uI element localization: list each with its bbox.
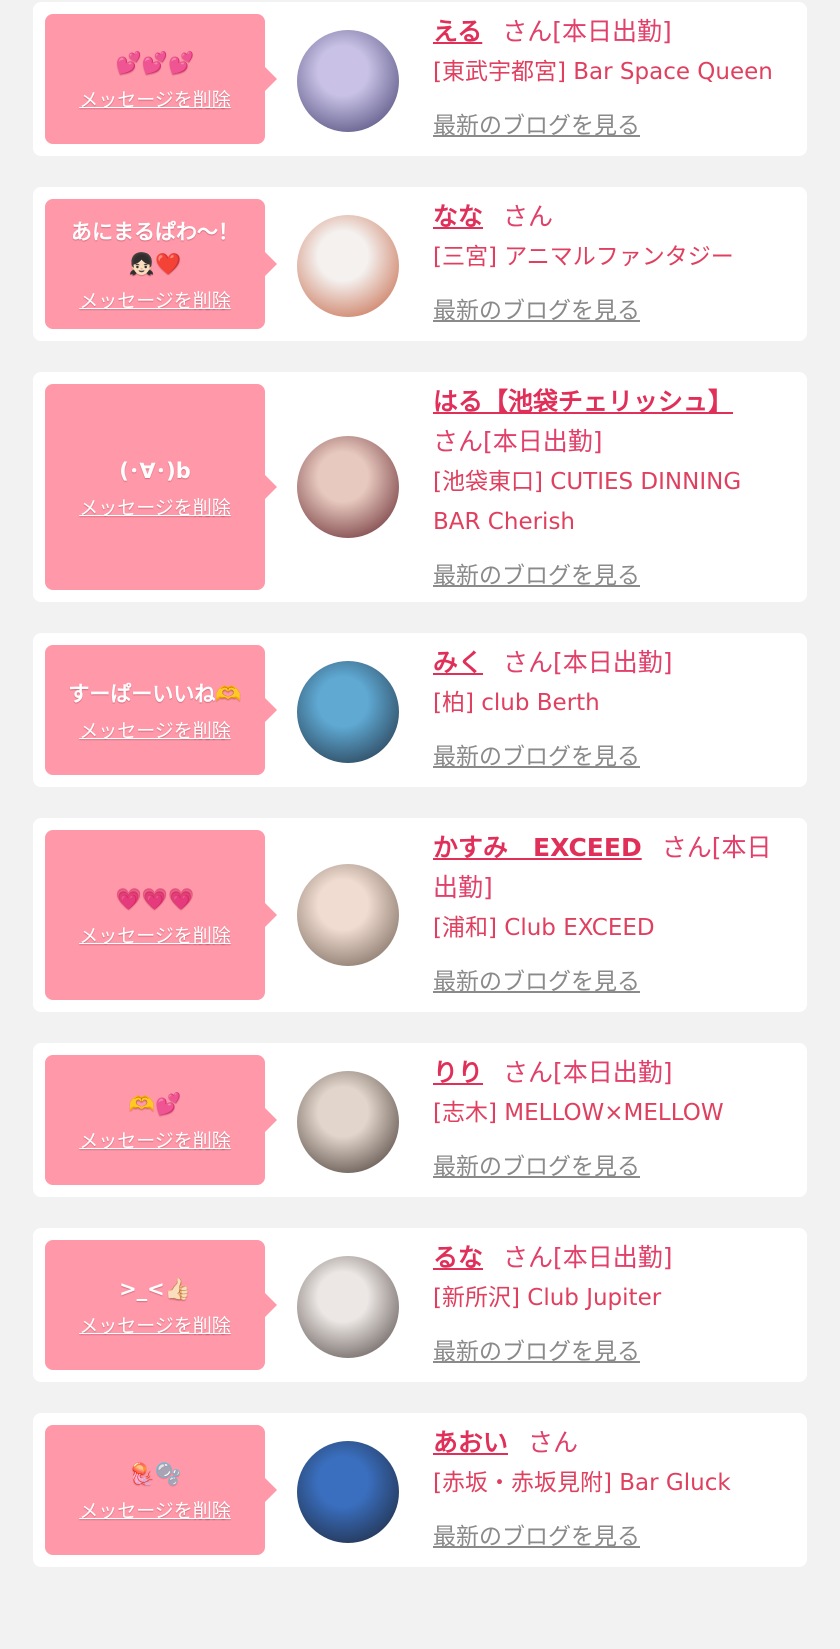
entry-info: える さん[本日出勤] [東武宇都宮] Bar Space Queen 最新のブロ… [433, 12, 795, 140]
entry-info: みく さん[本日出勤] [柏] club Berth 最新のブログを見る [433, 643, 795, 771]
avatar[interactable] [297, 215, 399, 317]
cast-status: さん [528, 1428, 579, 1457]
message-text: 🫶💕 [128, 1091, 182, 1116]
delete-message-link[interactable]: メッセージを削除 [79, 921, 231, 948]
message-card: 💕💕💕 メッセージを削除 える さん[本日出勤] [東武宇都宮] Bar Spac… [33, 2, 807, 156]
message-bubble: すーぱーいいね🫶 メッセージを削除 [45, 645, 277, 775]
shop-name: [赤坂・赤坂見附] Bar Gluck [433, 1470, 731, 1496]
message-text: すーぱーいいね🫶 [68, 681, 242, 706]
message-card: あにまるぱわ〜！ 👧🏻❤️ メッセージを削除 なな さん [三宮] アニマルファン… [33, 187, 807, 341]
latest-blog-link[interactable]: 最新のブログを見る [433, 737, 640, 771]
latest-blog-link[interactable]: 最新のブログを見る [433, 1332, 640, 1366]
avatar[interactable] [297, 661, 399, 763]
message-bubble: 🫶💕 メッセージを削除 [45, 1055, 277, 1185]
latest-blog-link[interactable]: 最新のブログを見る [433, 1517, 640, 1551]
message-card: 🪼🫧 メッセージを削除 あおい さん [赤坂・赤坂見附] Bar Gluck 最新… [33, 1413, 807, 1567]
cast-name-link[interactable]: はる【池袋チェリッシュ】 [433, 387, 733, 416]
cast-status: さん[本日出勤] [433, 427, 603, 456]
cast-name-link[interactable]: みく [433, 648, 483, 677]
entry-info: なな さん [三宮] アニマルファンタジー 最新のブログを見る [433, 197, 795, 325]
message-bubble: 💗💗💗 メッセージを削除 [45, 830, 277, 1000]
cast-name-link[interactable]: かすみ EXCEED [433, 833, 642, 862]
shop-name: [池袋東口] CUTIES DINNING BAR Cherish [433, 469, 742, 535]
avatar[interactable] [297, 1256, 399, 1358]
shop-name: [東武宇都宮] Bar Space Queen [433, 59, 773, 85]
delete-message-link[interactable]: メッセージを削除 [79, 1126, 231, 1153]
message-card: 🫶💕 メッセージを削除 りり さん[本日出勤] [志木] MELLOW×MELLO… [33, 1043, 807, 1197]
cast-status: さん [503, 202, 554, 231]
cast-name-link[interactable]: える [433, 17, 482, 46]
latest-blog-link[interactable]: 最新のブログを見る [433, 291, 640, 325]
delete-message-link[interactable]: メッセージを削除 [79, 1496, 231, 1523]
message-card: >_<👍🏻 メッセージを削除 るな さん[本日出勤] [新所沢] Club Jup… [33, 1228, 807, 1382]
entry-info: はる【池袋チェリッシュ】 さん[本日出勤] [池袋東口] CUTIES DINNI… [433, 382, 795, 590]
shop-name: [志木] MELLOW×MELLOW [433, 1100, 724, 1126]
cast-status: さん[本日出勤] [503, 1058, 673, 1087]
cast-name-link[interactable]: りり [433, 1058, 483, 1087]
cast-name-link[interactable]: あおい [433, 1428, 508, 1457]
cast-name-link[interactable]: なな [433, 202, 483, 231]
message-text: (･∀･)b [119, 458, 191, 483]
delete-message-link[interactable]: メッセージを削除 [79, 85, 231, 112]
delete-message-link[interactable]: メッセージを削除 [79, 1311, 231, 1338]
delete-message-link[interactable]: メッセージを削除 [79, 286, 231, 313]
cast-status: さん[本日出勤] [503, 1243, 673, 1272]
entry-info: りり さん[本日出勤] [志木] MELLOW×MELLOW 最新のブログを見る [433, 1053, 795, 1181]
latest-blog-link[interactable]: 最新のブログを見る [433, 1147, 640, 1181]
delete-message-link[interactable]: メッセージを削除 [79, 716, 231, 743]
message-card: (･∀･)b メッセージを削除 はる【池袋チェリッシュ】 さん[本日出勤] [池袋… [33, 372, 807, 602]
latest-blog-link[interactable]: 最新のブログを見る [433, 106, 640, 140]
avatar[interactable] [297, 30, 399, 132]
message-bubble: (･∀･)b メッセージを削除 [45, 384, 277, 590]
entry-info: るな さん[本日出勤] [新所沢] Club Jupiter 最新のブログを見る [433, 1238, 795, 1366]
avatar[interactable] [297, 436, 399, 538]
cast-name-link[interactable]: るな [433, 1243, 483, 1272]
shop-name: [柏] club Berth [433, 690, 600, 716]
cast-status: さん[本日出勤] [502, 17, 672, 46]
message-text: 💕💕💕 [115, 50, 195, 75]
shop-name: [三宮] アニマルファンタジー [433, 244, 734, 270]
message-text: 🪼🫧 [128, 1461, 182, 1486]
latest-blog-link[interactable]: 最新のブログを見る [433, 556, 640, 590]
latest-blog-link[interactable]: 最新のブログを見る [433, 962, 640, 996]
avatar[interactable] [297, 1071, 399, 1173]
cast-status: さん[本日出勤] [503, 648, 673, 677]
message-bubble: あにまるぱわ〜！ 👧🏻❤️ メッセージを削除 [45, 199, 277, 329]
message-bubble: >_<👍🏻 メッセージを削除 [45, 1240, 277, 1370]
entry-info: かすみ EXCEED さん[本日出勤] [浦和] Club EXCEED 最新のブ… [433, 828, 795, 996]
avatar[interactable] [297, 1441, 399, 1543]
message-card: 💗💗💗 メッセージを削除 かすみ EXCEED さん[本日出勤] [浦和] Clu… [33, 818, 807, 1012]
message-bubble: 🪼🫧 メッセージを削除 [45, 1425, 277, 1555]
message-bubble: 💕💕💕 メッセージを削除 [45, 14, 277, 144]
message-list: 💕💕💕 メッセージを削除 える さん[本日出勤] [東武宇都宮] Bar Spac… [0, 0, 840, 1649]
shop-name: [新所沢] Club Jupiter [433, 1285, 662, 1311]
message-text: >_<👍🏻 [119, 1276, 191, 1301]
entry-info: あおい さん [赤坂・赤坂見附] Bar Gluck 最新のブログを見る [433, 1423, 795, 1551]
avatar[interactable] [297, 864, 399, 966]
delete-message-link[interactable]: メッセージを削除 [79, 493, 231, 520]
message-card: すーぱーいいね🫶 メッセージを削除 みく さん[本日出勤] [柏] club Be… [33, 633, 807, 787]
message-text: 💗💗💗 [115, 886, 195, 911]
shop-name: [浦和] Club EXCEED [433, 915, 655, 941]
message-text: あにまるぱわ〜！ 👧🏻❤️ [71, 219, 239, 276]
